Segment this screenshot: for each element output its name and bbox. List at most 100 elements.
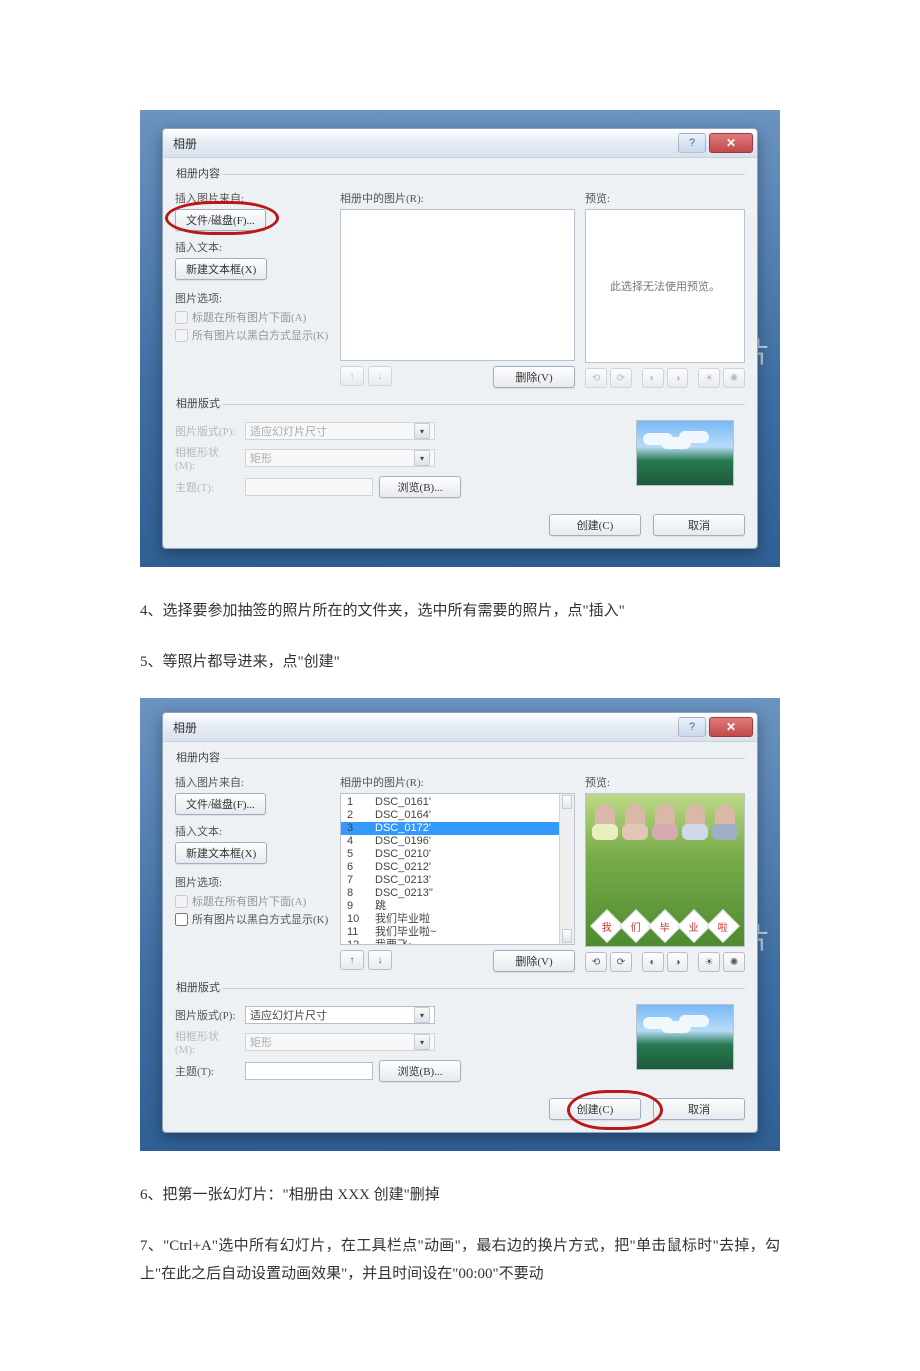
album-layout-group: 相册版式 图片版式(P): 适应幻灯片尺寸▾ 相框形状(M): 矩形▾ 主题(T… bbox=[175, 980, 745, 1088]
file-disk-button[interactable]: 文件/磁盘(F)... bbox=[175, 793, 266, 815]
list-item[interactable]: 4DSC_0196' bbox=[347, 835, 558, 848]
pictures-listbox[interactable] bbox=[340, 209, 575, 361]
album-layout-label: 相册版式 bbox=[173, 395, 223, 411]
step-5-text: 5、等照片都导进来，点"创建" bbox=[140, 648, 780, 677]
move-up-button[interactable]: ↑ bbox=[340, 950, 364, 970]
move-up-button[interactable]: ↑ bbox=[340, 366, 364, 386]
move-down-button[interactable]: ↓ bbox=[368, 366, 392, 386]
theme-label: 主题(T): bbox=[175, 1063, 239, 1079]
picture-options-label: 图片选项: bbox=[175, 874, 330, 890]
list-item[interactable]: 9跳 bbox=[347, 900, 558, 913]
cancel-button[interactable]: 取消 bbox=[653, 1098, 745, 1120]
frame-shape-label: 相框形状(M): bbox=[175, 1028, 239, 1056]
black-white-checkbox[interactable]: 所有图片以黑白方式显示(K) bbox=[175, 911, 330, 927]
preview-pane: 我们毕业啦 bbox=[585, 793, 745, 947]
frame-shape-label: 相框形状(M): bbox=[175, 444, 239, 472]
preview-pane: 此选择无法使用预览。 bbox=[585, 209, 745, 363]
insert-from-label: 插入图片来自: bbox=[175, 774, 330, 790]
theme-label: 主题(T): bbox=[175, 479, 239, 495]
dialog-titlebar: 相册 ? ✕ bbox=[163, 713, 757, 742]
chevron-down-icon: ▾ bbox=[414, 423, 430, 439]
contrast-up-icon[interactable]: ◐ bbox=[642, 952, 664, 972]
chevron-down-icon: ▾ bbox=[414, 1034, 430, 1050]
theme-textbox[interactable] bbox=[245, 478, 373, 496]
preview-tile: 啦 bbox=[706, 909, 740, 943]
new-textbox-button[interactable]: 新建文本框(X) bbox=[175, 842, 267, 864]
album-layout-label: 相册版式 bbox=[173, 979, 223, 995]
list-item[interactable]: 5DSC_0210' bbox=[347, 848, 558, 861]
step-4-text: 4、选择要参加抽签的照片所在的文件夹，选中所有需要的照片，点"插入" bbox=[140, 597, 780, 626]
list-item[interactable]: 6DSC_0212' bbox=[347, 861, 558, 874]
brightness-up-icon[interactable]: ☀ bbox=[698, 368, 720, 388]
pictures-listbox[interactable]: 1DSC_0161'2DSC_0164'3DSC_0172'4DSC_0196'… bbox=[340, 793, 575, 945]
insert-from-label: 插入图片来自: bbox=[175, 190, 330, 206]
brightness-up-icon[interactable]: ☀ bbox=[698, 952, 720, 972]
preview-label: 预览: bbox=[585, 190, 745, 206]
step-7-text: 7、"Ctrl+A"选中所有幻灯片，在工具栏点"动画"，最右边的换片方式，把"单… bbox=[140, 1232, 780, 1289]
list-item[interactable]: 10我们毕业啦 bbox=[347, 913, 558, 926]
photo-album-dialog: 相册 ? ✕ 相册内容 插入图片来自: 文件/磁盘(F)... 插入文本: 新建… bbox=[162, 712, 758, 1133]
close-button[interactable]: ✕ bbox=[709, 717, 753, 737]
album-content-group: 相册内容 插入图片来自: 文件/磁盘(F)... 插入文本: 新建文本框(X) … bbox=[175, 750, 745, 974]
list-item[interactable]: 1DSC_0161' bbox=[347, 796, 558, 809]
scrollbar[interactable] bbox=[559, 794, 574, 944]
chevron-down-icon: ▾ bbox=[414, 450, 430, 466]
screenshot-1: 片 相册 ? ✕ 相册内容 插入图片来自: 文件/磁盘(F)... bbox=[140, 110, 780, 567]
picture-layout-label: 图片版式(P): bbox=[175, 1007, 239, 1023]
list-item[interactable]: 12我要飞~ bbox=[347, 939, 558, 945]
contrast-down-icon[interactable]: ◑ bbox=[667, 368, 689, 388]
create-button[interactable]: 创建(C) bbox=[549, 1098, 641, 1120]
new-textbox-button[interactable]: 新建文本框(X) bbox=[175, 258, 267, 280]
layout-thumbnail bbox=[636, 1004, 734, 1070]
album-pictures-label: 相册中的图片(R): bbox=[340, 190, 575, 206]
dialog-title: 相册 bbox=[173, 719, 197, 736]
theme-textbox[interactable] bbox=[245, 1062, 373, 1080]
insert-text-label: 插入文本: bbox=[175, 239, 330, 255]
frame-shape-combo: 矩形▾ bbox=[245, 449, 435, 467]
frame-shape-combo: 矩形▾ bbox=[245, 1033, 435, 1051]
caption-below-checkbox: 标题在所有图片下面(A) bbox=[175, 893, 330, 909]
cancel-button[interactable]: 取消 bbox=[653, 514, 745, 536]
brightness-down-icon[interactable]: ✺ bbox=[723, 368, 745, 388]
caption-below-checkbox: 标题在所有图片下面(A) bbox=[175, 309, 330, 325]
rotate-left-icon[interactable]: ⟲ bbox=[585, 952, 607, 972]
album-content-label: 相册内容 bbox=[173, 749, 223, 765]
list-item[interactable]: 3DSC_0172' bbox=[341, 822, 574, 835]
screenshot-2: 片 相册 ? ✕ 相册内容 插入图片来自: 文件/磁盘(F)... 插入文本: … bbox=[140, 698, 780, 1151]
help-button[interactable]: ? bbox=[678, 133, 706, 153]
black-white-checkbox: 所有图片以黑白方式显示(K) bbox=[175, 327, 330, 343]
insert-text-label: 插入文本: bbox=[175, 823, 330, 839]
album-pictures-label: 相册中的图片(R): bbox=[340, 774, 575, 790]
rotate-right-icon[interactable]: ⟳ bbox=[610, 368, 632, 388]
dialog-titlebar: 相册 ? ✕ bbox=[163, 129, 757, 158]
list-item[interactable]: 8DSC_0213'' bbox=[347, 887, 558, 900]
photo-album-dialog: 相册 ? ✕ 相册内容 插入图片来自: 文件/磁盘(F)... 插入文本: bbox=[162, 128, 758, 549]
brightness-down-icon[interactable]: ✺ bbox=[723, 952, 745, 972]
list-item[interactable]: 2DSC_0164' bbox=[347, 809, 558, 822]
picture-layout-combo[interactable]: 适应幻灯片尺寸▾ bbox=[245, 422, 435, 440]
step-6-text: 6、把第一张幻灯片："相册由 XXX 创建"删掉 bbox=[140, 1181, 780, 1210]
list-item[interactable]: 11我们毕业啦~ bbox=[347, 926, 558, 939]
contrast-down-icon[interactable]: ◑ bbox=[667, 952, 689, 972]
album-content-label: 相册内容 bbox=[173, 165, 223, 181]
move-down-button[interactable]: ↓ bbox=[368, 950, 392, 970]
picture-options-label: 图片选项: bbox=[175, 290, 330, 306]
picture-layout-label: 图片版式(P): bbox=[175, 423, 239, 439]
file-disk-button[interactable]: 文件/磁盘(F)... bbox=[175, 209, 266, 231]
album-layout-group: 相册版式 图片版式(P): 适应幻灯片尺寸▾ 相框形状(M): 矩形▾ 主题(T… bbox=[175, 396, 745, 504]
list-item[interactable]: 7DSC_0213' bbox=[347, 874, 558, 887]
close-button[interactable]: ✕ bbox=[709, 133, 753, 153]
album-content-group: 相册内容 插入图片来自: 文件/磁盘(F)... 插入文本: 新建文本框(X) … bbox=[175, 166, 745, 390]
picture-layout-combo[interactable]: 适应幻灯片尺寸▾ bbox=[245, 1006, 435, 1024]
browse-theme-button[interactable]: 浏览(B)... bbox=[379, 476, 461, 498]
rotate-left-icon[interactable]: ⟲ bbox=[585, 368, 607, 388]
browse-theme-button[interactable]: 浏览(B)... bbox=[379, 1060, 461, 1082]
remove-button[interactable]: 删除(V) bbox=[493, 366, 575, 388]
remove-button[interactable]: 删除(V) bbox=[493, 950, 575, 972]
contrast-up-icon[interactable]: ◐ bbox=[642, 368, 664, 388]
create-button[interactable]: 创建(C) bbox=[549, 514, 641, 536]
help-button[interactable]: ? bbox=[678, 717, 706, 737]
layout-thumbnail bbox=[636, 420, 734, 486]
rotate-right-icon[interactable]: ⟳ bbox=[610, 952, 632, 972]
preview-image: 我们毕业啦 bbox=[586, 794, 744, 946]
